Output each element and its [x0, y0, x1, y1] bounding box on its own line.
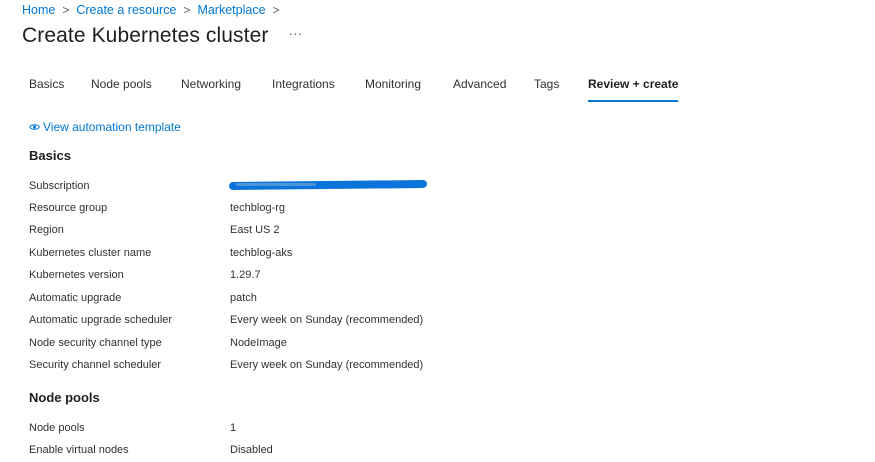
view-automation-template-label: View automation template: [43, 120, 181, 134]
breadcrumb-create-a-resource[interactable]: Create a resource: [76, 3, 176, 17]
chevron-right-icon: >: [183, 3, 191, 17]
row-value: Every week on Sunday (recommended): [230, 359, 424, 371]
row-label: Security channel scheduler: [29, 359, 162, 371]
breadcrumb: Home > Create a resource > Marketplace >: [22, 3, 287, 17]
summary-row-node-security-channel-type: Node security channel type NodeImage: [29, 337, 629, 355]
row-value: 1.29.7: [230, 269, 261, 281]
row-label: Subscription: [29, 180, 90, 192]
row-value: East US 2: [230, 224, 280, 236]
summary-row-automatic-upgrade: Automatic upgrade patch: [29, 292, 629, 310]
row-value: techblog-rg: [230, 202, 286, 214]
more-options-icon[interactable]: ···: [288, 25, 302, 41]
row-label: Kubernetes cluster name: [29, 247, 152, 259]
row-label: Resource group: [29, 202, 108, 214]
tab-node-pools[interactable]: Node pools: [91, 77, 152, 100]
row-value: NodeImage: [230, 337, 287, 349]
section-title-node-pools: Node pools: [29, 390, 100, 405]
row-value: techblog-aks: [230, 247, 293, 259]
breadcrumb-marketplace[interactable]: Marketplace: [197, 3, 265, 17]
tab-advanced[interactable]: Advanced: [453, 77, 506, 100]
summary-row-resource-group: Resource group techblog-rg: [29, 202, 629, 220]
eye-icon: [29, 124, 40, 130]
row-label: Kubernetes version: [29, 269, 124, 281]
row-label: Enable virtual nodes: [29, 444, 129, 456]
tab-networking[interactable]: Networking: [181, 77, 241, 100]
row-value: patch: [230, 292, 257, 304]
summary-row-region: Region East US 2: [29, 224, 629, 242]
redaction-mark-highlight: [236, 183, 316, 186]
breadcrumb-home[interactable]: Home: [22, 3, 55, 17]
tab-tags[interactable]: Tags: [534, 77, 559, 100]
title-row: Create Kubernetes cluster ···: [22, 24, 302, 48]
tab-basics[interactable]: Basics: [29, 77, 64, 100]
section-title-basics: Basics: [29, 148, 71, 163]
summary-row-cluster-name: Kubernetes cluster name techblog-aks: [29, 247, 629, 265]
summary-row-upgrade-scheduler: Automatic upgrade scheduler Every week o…: [29, 314, 629, 332]
row-label: Automatic upgrade: [29, 292, 122, 304]
view-automation-template-link[interactable]: View automation template: [29, 120, 181, 134]
tab-review-create[interactable]: Review + create: [588, 77, 679, 102]
row-label: Node security channel type: [29, 337, 162, 349]
summary-row-node-pools: Node pools 1: [29, 422, 629, 440]
row-value: Disabled: [230, 444, 273, 456]
row-value: Every week on Sunday (recommended): [230, 314, 424, 326]
row-label: Region: [29, 224, 64, 236]
row-value: 1: [230, 422, 237, 434]
row-label: Node pools: [29, 422, 85, 434]
chevron-right-icon: >: [62, 3, 70, 17]
tab-monitoring[interactable]: Monitoring: [365, 77, 421, 100]
row-label: Automatic upgrade scheduler: [29, 314, 173, 326]
summary-row-kubernetes-version: Kubernetes version 1.29.7: [29, 269, 629, 287]
tab-integrations[interactable]: Integrations: [272, 77, 335, 100]
chevron-right-icon: >: [272, 3, 280, 17]
summary-row-enable-virtual-nodes: Enable virtual nodes Disabled: [29, 444, 629, 462]
page-title: Create Kubernetes cluster: [22, 24, 269, 47]
summary-row-security-channel-scheduler: Security channel scheduler Every week on…: [29, 359, 629, 377]
